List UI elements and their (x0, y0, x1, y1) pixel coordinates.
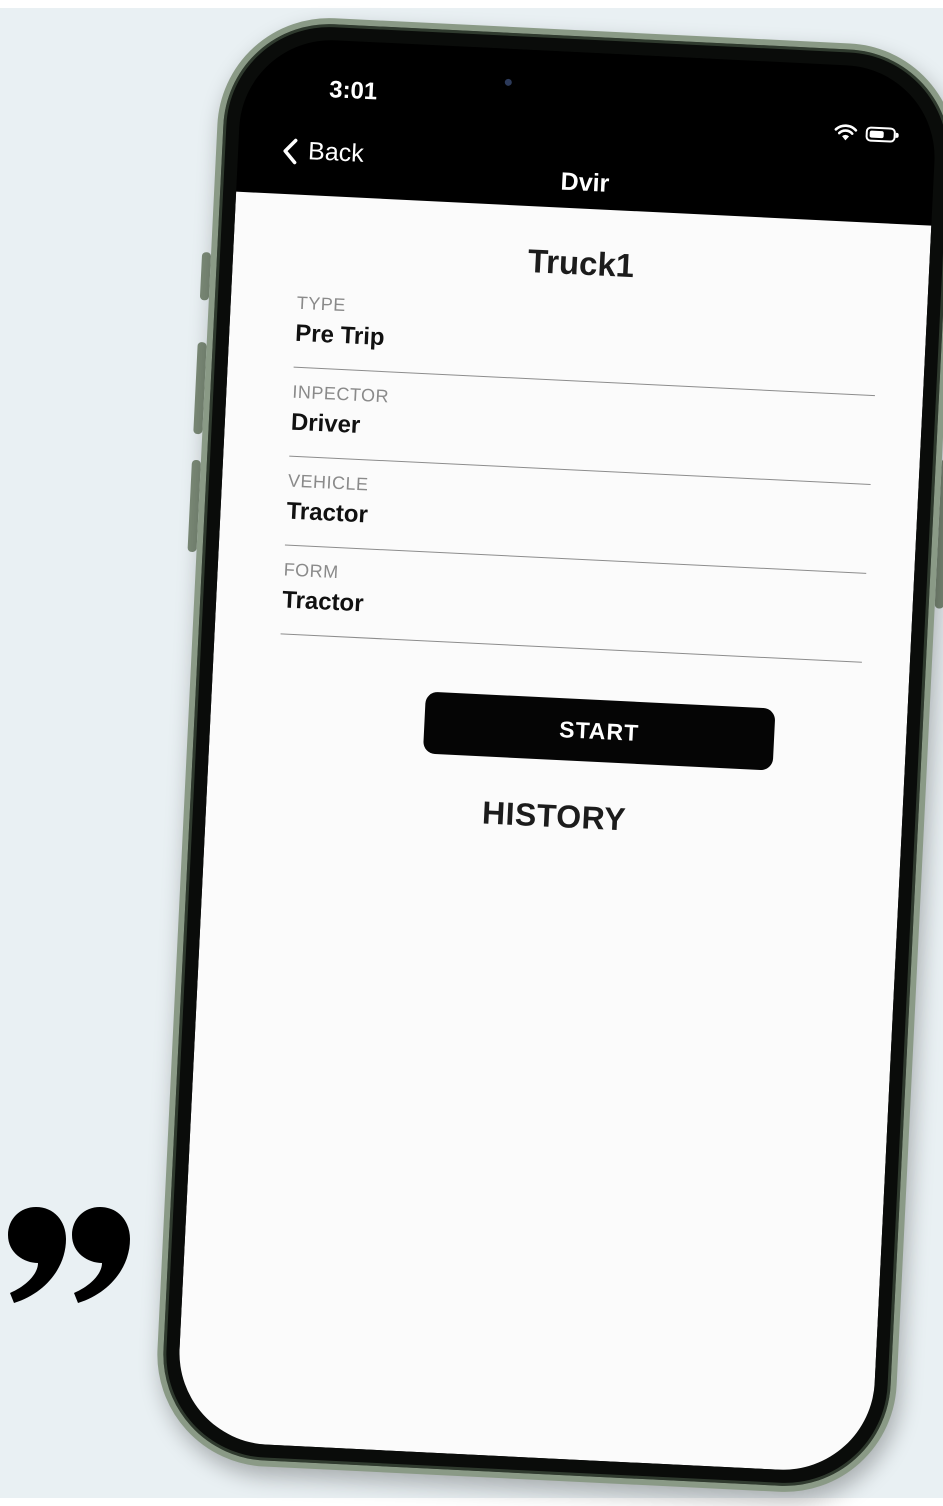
vehicle-title: Truck1 (527, 242, 636, 285)
closing-quote-icon (8, 1207, 130, 1303)
status-icons (833, 123, 897, 144)
phone-mockup: 3:01 Back Dvir Truck1 TYPE Pre Trip INPE… (152, 12, 943, 1498)
form-value: Tractor (281, 586, 365, 618)
battery-icon (865, 125, 897, 143)
history-heading: HISTORY (481, 794, 627, 838)
vehicle-label: VEHICLE (287, 470, 370, 495)
vehicle-field[interactable]: VEHICLE Tractor (284, 470, 870, 574)
vehicle-value: Tractor (285, 497, 369, 529)
dvir-form: Truck1 TYPE Pre Trip INPECTOR Driver VEH… (175, 191, 932, 1475)
type-label: TYPE (296, 292, 347, 316)
inspector-value: Driver (290, 408, 361, 439)
notch (468, 46, 712, 121)
camera-dot (504, 78, 512, 86)
inspector-label: INPECTOR (291, 381, 390, 407)
type-field[interactable]: TYPE Pre Trip (293, 292, 879, 397)
form-field[interactable]: FORM Tractor (280, 559, 866, 663)
form-label: FORM (283, 559, 340, 583)
start-button[interactable]: START (422, 691, 776, 771)
status-time: 3:01 (328, 76, 378, 106)
wifi-icon (834, 124, 858, 141)
type-value: Pre Trip (294, 319, 386, 352)
inspector-field[interactable]: INPECTOR Driver (289, 381, 875, 485)
phone-screen: 3:01 Back Dvir Truck1 TYPE Pre Trip INPE… (175, 35, 939, 1475)
battery-level (869, 130, 884, 138)
